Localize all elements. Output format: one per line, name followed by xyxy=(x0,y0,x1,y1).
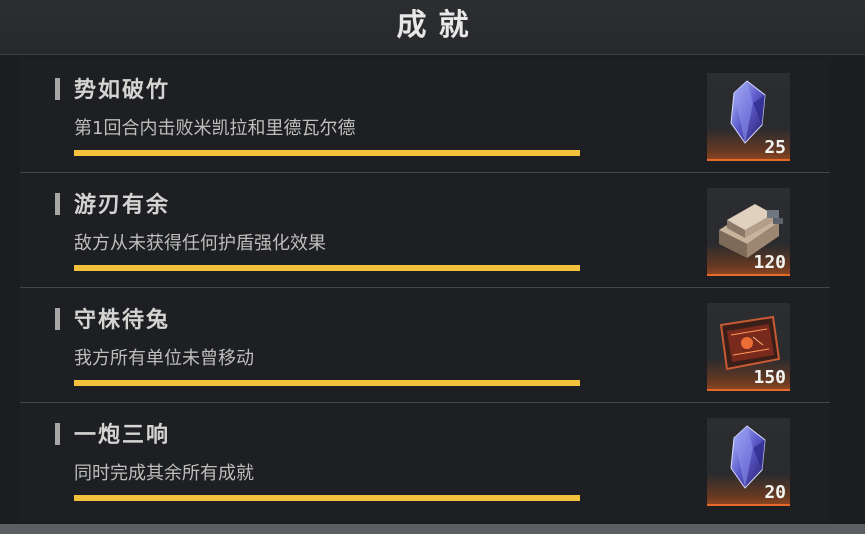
progress-bar xyxy=(74,380,580,386)
progress-fill xyxy=(74,150,580,156)
achievement-description: 同时完成其余所有成就 xyxy=(74,463,254,484)
reward-count: 20 xyxy=(764,482,786,503)
achievement-row: 守株待兔 我方所有单位未曾移动 150 xyxy=(20,288,830,403)
reward-count: 25 xyxy=(764,137,786,158)
achievement-title: 一炮三响 xyxy=(74,423,171,448)
title-marker xyxy=(55,308,60,330)
reward-count: 120 xyxy=(753,252,786,273)
progress-fill xyxy=(74,380,580,386)
achievement-row: 一炮三响 同时完成其余所有成就 20 xyxy=(20,403,830,518)
achievement-list: 势如破竹 第1回合内击败米凯拉和里德瓦尔德 25 游刃有余 敌方从未获得任何护盾… xyxy=(20,58,830,521)
progress-bar xyxy=(74,495,580,501)
header-bar: 成就 xyxy=(0,0,865,55)
page-title: 成就 xyxy=(396,8,481,43)
reward-item[interactable]: 25 xyxy=(707,73,790,161)
achievement-title: 守株待兔 xyxy=(74,308,171,333)
title-marker xyxy=(55,193,60,215)
reward-item[interactable]: 20 xyxy=(707,418,790,506)
reward-item[interactable]: 150 xyxy=(707,303,790,391)
title-marker xyxy=(55,423,60,445)
achievement-description: 敌方从未获得任何护盾强化效果 xyxy=(74,233,326,254)
achievement-row: 势如破竹 第1回合内击败米凯拉和里德瓦尔德 25 xyxy=(20,58,830,173)
achievement-title: 势如破竹 xyxy=(74,78,171,103)
achievement-row: 游刃有余 敌方从未获得任何护盾强化效果 120 xyxy=(20,173,830,288)
progress-bar xyxy=(74,150,580,156)
progress-fill xyxy=(74,265,580,271)
title-marker xyxy=(55,78,60,100)
footer-strip xyxy=(0,524,865,534)
achievement-title: 游刃有余 xyxy=(74,193,171,218)
reward-count: 150 xyxy=(753,367,786,388)
progress-fill xyxy=(74,495,580,501)
reward-item[interactable]: 120 xyxy=(707,188,790,276)
achievement-description: 第1回合内击败米凯拉和里德瓦尔德 xyxy=(74,118,356,139)
progress-bar xyxy=(74,265,580,271)
achievement-description: 我方所有单位未曾移动 xyxy=(74,348,254,369)
